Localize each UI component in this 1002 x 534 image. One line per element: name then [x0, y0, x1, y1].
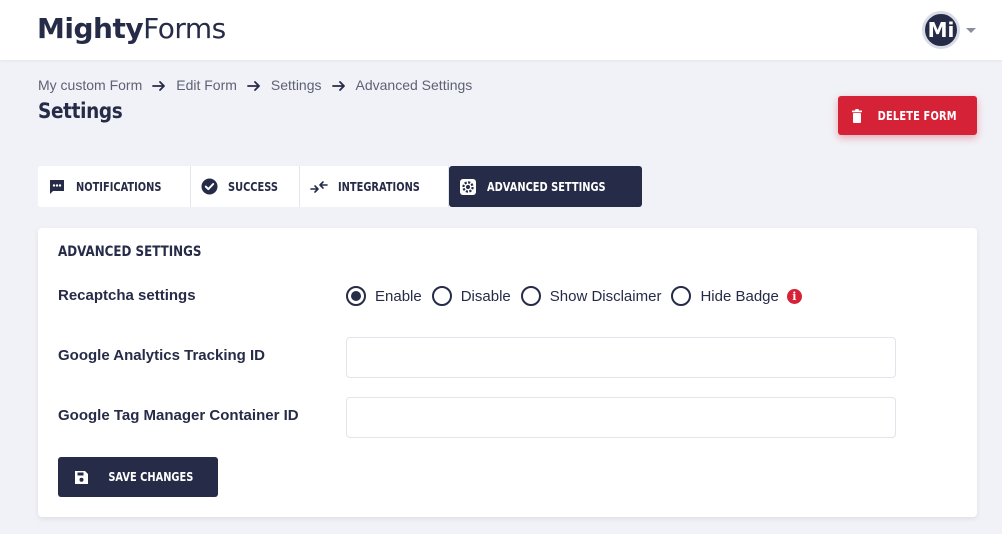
swap-arrows-icon [310, 180, 329, 193]
tab-advanced-settings[interactable]: ADVANCED SETTINGS [449, 166, 642, 207]
settings-tabs: NOTIFICATIONS SUCCESS INTEGRATIONS ADVAN… [38, 166, 642, 207]
chat-icon [50, 179, 64, 194]
arrow-right-icon [247, 81, 260, 91]
gear-icon [460, 178, 477, 195]
radio-selected-dot [351, 291, 361, 301]
logo-ighty: ighty [64, 12, 144, 45]
arrow-right-icon [152, 81, 166, 91]
radio-enable[interactable]: Enable [346, 286, 422, 306]
info-icon[interactable]: i [786, 288, 802, 304]
recaptcha-label: Recaptcha settings [58, 287, 196, 304]
page-title: Settings [38, 99, 123, 123]
save-changes-button[interactable]: SAVE CHANGES [58, 457, 218, 497]
radio-label: Hide Badge [700, 287, 779, 305]
delete-form-label: DELETE FORM [877, 108, 958, 123]
advanced-settings-card: ADVANCED SETTINGS Recaptcha settings Ena… [38, 228, 977, 517]
tab-success[interactable]: SUCCESS [191, 166, 301, 207]
radio-label: Enable [375, 287, 422, 305]
ga-tracking-id-input[interactable] [346, 337, 896, 378]
logo-forms: Forms [143, 12, 226, 45]
breadcrumb-item-current: Advanced Settings [355, 77, 473, 93]
ga-tracking-label: Google Analytics Tracking ID [58, 347, 265, 364]
trash-icon [852, 108, 863, 123]
recaptcha-radio-group: Enable Disable Show Disclaimer Hide Badg… [346, 286, 802, 306]
gtm-container-id-input[interactable] [346, 397, 896, 438]
tab-label: ADVANCED SETTINGS [487, 179, 606, 194]
floppy-disk-icon [74, 470, 88, 484]
tab-label: INTEGRATIONS [338, 179, 421, 194]
radio-show-disclaimer[interactable]: Show Disclaimer [520, 286, 662, 306]
logo-m: M [37, 12, 65, 45]
top-bar: MightyForms Mi [0, 0, 1002, 60]
caret-down-icon[interactable] [966, 27, 976, 33]
radio-circle[interactable] [346, 286, 366, 306]
breadcrumb: My custom Form Edit Form Settings Advanc… [38, 77, 472, 93]
radio-hide-badge[interactable]: Hide Badge [671, 286, 779, 306]
check-circle-icon [201, 178, 218, 195]
delete-form-button[interactable]: DELETE FORM [838, 96, 977, 135]
breadcrumb-item[interactable]: Settings [271, 77, 322, 93]
section-title: ADVANCED SETTINGS [58, 244, 202, 260]
radio-circle[interactable] [431, 286, 452, 306]
save-changes-label: SAVE CHANGES [108, 470, 193, 484]
avatar[interactable]: Mi [922, 11, 960, 49]
mightyforms-logo[interactable]: MightyForms [37, 12, 226, 46]
tab-integrations[interactable]: INTEGRATIONS [300, 166, 450, 207]
radio-disable[interactable]: Disable [431, 286, 511, 306]
tab-label: SUCCESS [228, 179, 279, 194]
radio-label: Disable [460, 287, 511, 305]
breadcrumb-item[interactable]: Edit Form [176, 77, 237, 93]
tab-notifications[interactable]: NOTIFICATIONS [38, 166, 192, 207]
breadcrumb-item[interactable]: My custom Form [38, 77, 142, 93]
gtm-container-label: Google Tag Manager Container ID [58, 407, 299, 424]
radio-label: Show Disclaimer [549, 287, 662, 305]
tab-label: NOTIFICATIONS [76, 179, 162, 194]
radio-circle[interactable] [671, 286, 692, 306]
arrow-right-icon [331, 81, 345, 91]
user-menu[interactable]: Mi [922, 11, 976, 49]
radio-circle[interactable] [520, 286, 541, 306]
